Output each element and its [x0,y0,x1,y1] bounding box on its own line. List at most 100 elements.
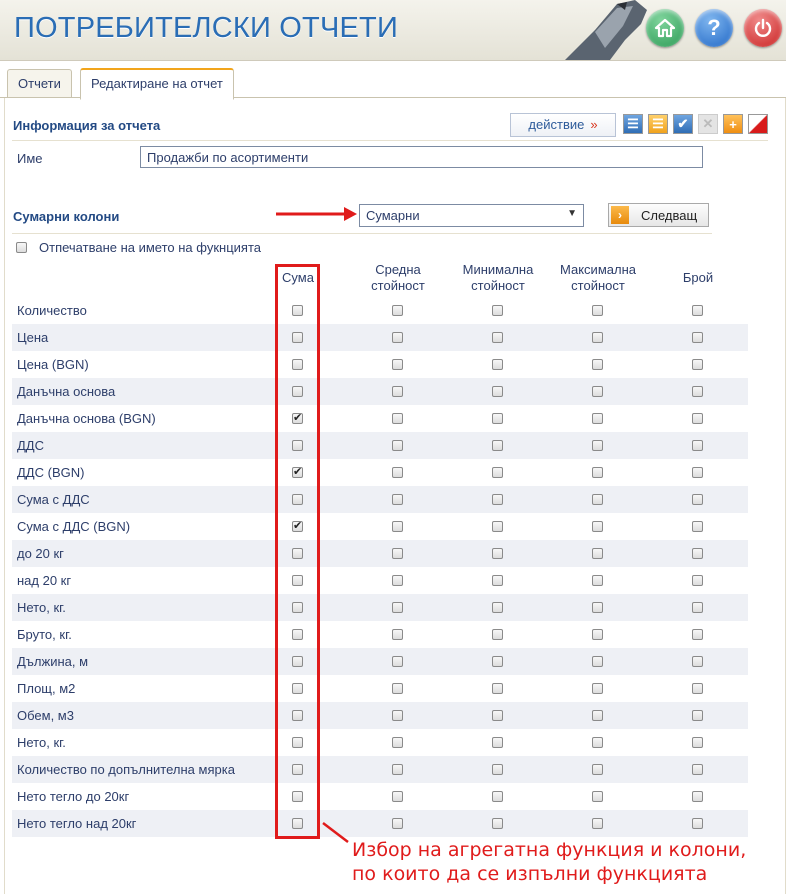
aggregate-checkbox[interactable] [692,359,703,370]
aggregate-checkbox[interactable] [392,467,403,478]
aggregate-checkbox[interactable] [692,386,703,397]
aggregate-checkbox[interactable] [692,575,703,586]
aggregate-checkbox[interactable] [692,656,703,667]
aggregate-checkbox[interactable] [392,656,403,667]
aggregate-checkbox[interactable] [592,737,603,748]
aggregate-checkbox[interactable] [592,305,603,316]
aggregate-checkbox[interactable] [392,683,403,694]
power-icon[interactable] [744,9,782,47]
aggregate-checkbox[interactable] [392,575,403,586]
aggregate-checkbox[interactable] [392,440,403,451]
aggregate-checkbox[interactable] [692,467,703,478]
aggregate-checkbox[interactable] [592,359,603,370]
delete-icon[interactable]: ✕ [698,114,718,134]
aggregate-checkbox[interactable] [492,710,503,721]
aggregate-checkbox[interactable] [492,683,503,694]
aggregate-checkbox[interactable] [492,494,503,505]
aggregate-checkbox[interactable] [492,764,503,775]
aggregate-checkbox[interactable] [592,710,603,721]
print-function-name-checkbox[interactable] [16,242,27,253]
aggregate-checkbox[interactable] [692,521,703,532]
aggregate-checkbox[interactable] [592,413,603,424]
aggregate-checkbox[interactable] [692,683,703,694]
row-label: Данъчна основа [17,384,116,399]
aggregate-checkbox[interactable] [592,602,603,613]
aggregate-checkbox[interactable] [492,467,503,478]
aggregate-checkbox[interactable] [592,764,603,775]
report-name-input[interactable] [140,146,703,168]
home-icon[interactable] [646,9,684,47]
aggregate-checkbox[interactable] [392,791,403,802]
aggregate-checkbox[interactable] [592,386,603,397]
aggregate-checkbox[interactable] [492,575,503,586]
aggregate-checkbox[interactable] [592,467,603,478]
aggregate-checkbox[interactable] [692,710,703,721]
name-label: Име [17,151,43,166]
aggregate-checkbox[interactable] [692,629,703,640]
next-button[interactable]: › Следващ [608,203,709,227]
aggregate-checkbox[interactable] [592,791,603,802]
aggregate-checkbox[interactable] [692,548,703,559]
row-label: Площ, м2 [17,681,76,696]
table-row: Цена [12,324,748,351]
clear-icon[interactable] [748,114,768,134]
aggregate-checkbox[interactable] [692,737,703,748]
aggregate-checkbox[interactable] [392,359,403,370]
aggregate-checkbox[interactable] [492,440,503,451]
aggregate-checkbox[interactable] [492,332,503,343]
aggregate-checkbox[interactable] [392,413,403,424]
aggregate-checkbox[interactable] [392,710,403,721]
action-button[interactable]: действие » [510,113,616,137]
aggregate-checkbox[interactable] [592,548,603,559]
aggregate-checkbox[interactable] [692,764,703,775]
aggregate-checkbox[interactable] [492,305,503,316]
aggregate-checkbox[interactable] [592,818,603,829]
aggregate-checkbox[interactable] [492,386,503,397]
aggregate-checkbox[interactable] [492,548,503,559]
aggregate-checkbox[interactable] [692,332,703,343]
aggregate-checkbox[interactable] [492,413,503,424]
aggregate-checkbox[interactable] [692,494,703,505]
aggregate-checkbox[interactable] [392,548,403,559]
document-icon[interactable]: ☰ [648,114,668,134]
aggregate-checkbox[interactable] [392,494,403,505]
aggregate-checkbox[interactable] [692,818,703,829]
tab-edit-report[interactable]: Редактиране на отчет [80,68,234,100]
aggregate-checkbox[interactable] [592,656,603,667]
aggregate-checkbox[interactable] [492,737,503,748]
aggregate-checkbox[interactable] [492,791,503,802]
aggregate-checkbox[interactable] [492,656,503,667]
aggregate-checkbox[interactable] [692,440,703,451]
aggregate-checkbox[interactable] [392,332,403,343]
aggregate-checkbox[interactable] [692,413,703,424]
list-view-icon[interactable]: ☰ [623,114,643,134]
aggregate-checkbox[interactable] [392,818,403,829]
summary-type-select[interactable]: Сумарни ▼ [359,204,584,227]
aggregate-checkbox[interactable] [692,791,703,802]
aggregate-checkbox[interactable] [392,764,403,775]
aggregate-checkbox[interactable] [592,332,603,343]
aggregate-checkbox[interactable] [692,305,703,316]
aggregate-checkbox[interactable] [492,602,503,613]
aggregate-checkbox[interactable] [592,683,603,694]
aggregate-checkbox[interactable] [592,629,603,640]
aggregate-checkbox[interactable] [492,818,503,829]
aggregate-checkbox[interactable] [492,629,503,640]
aggregate-checkbox[interactable] [392,386,403,397]
aggregate-checkbox[interactable] [392,629,403,640]
aggregate-checkbox[interactable] [392,602,403,613]
aggregate-checkbox[interactable] [492,521,503,532]
aggregate-checkbox[interactable] [492,359,503,370]
tab-reports[interactable]: Отчети [7,69,72,97]
aggregate-checkbox[interactable] [592,575,603,586]
aggregate-checkbox[interactable] [392,305,403,316]
help-icon[interactable]: ? [695,9,733,47]
aggregate-checkbox[interactable] [392,737,403,748]
aggregate-checkbox[interactable] [592,521,603,532]
aggregate-checkbox[interactable] [392,521,403,532]
aggregate-checkbox[interactable] [692,602,703,613]
check-icon[interactable]: ✔ [673,114,693,134]
aggregate-checkbox[interactable] [592,494,603,505]
aggregate-checkbox[interactable] [592,440,603,451]
add-icon[interactable]: + [723,114,743,134]
